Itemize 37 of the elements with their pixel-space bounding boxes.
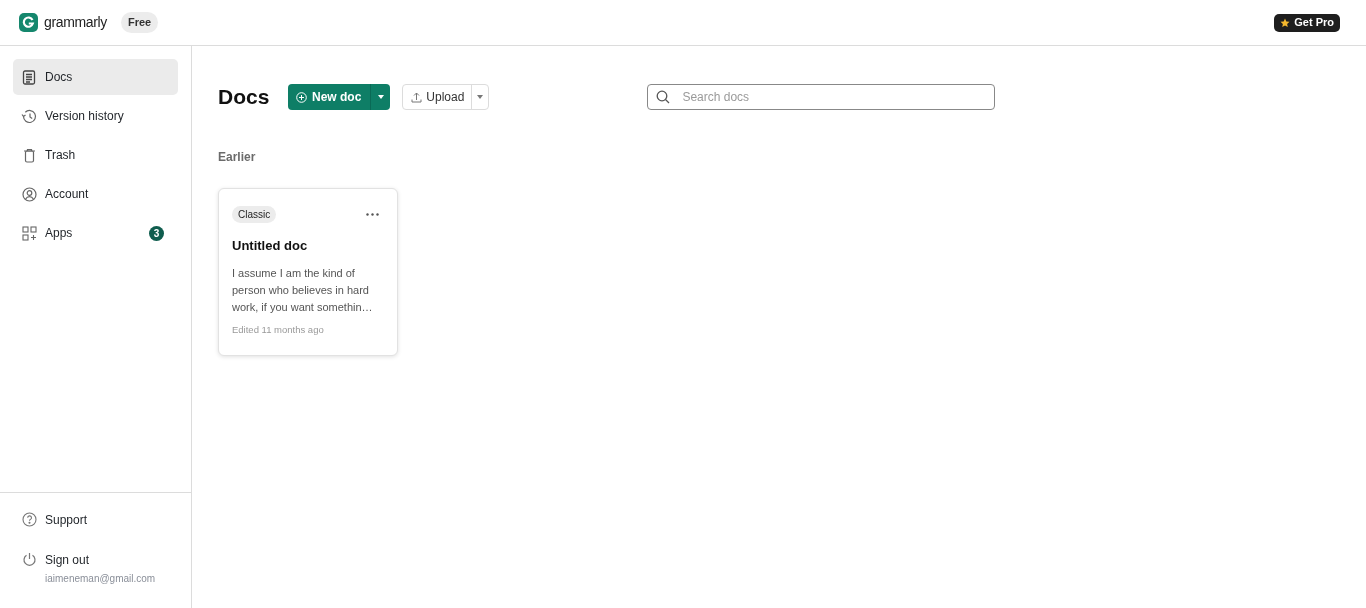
new-doc-button[interactable]: New doc [288, 84, 371, 110]
search-field[interactable]: Search docs [647, 84, 996, 110]
doc-tag: Classic [232, 206, 277, 223]
plan-badge: Free [120, 12, 159, 33]
star-icon [1280, 17, 1291, 28]
power-icon [21, 552, 37, 567]
count-badge: 3 [149, 225, 164, 241]
get-pro-button[interactable]: Get Pro [1274, 13, 1340, 32]
caret-icon [377, 95, 384, 99]
doc-card[interactable]: Classic Untitled doc I assume I am the kind of person who believes in hard work, if you want somethin… Edited 11 months ago [218, 188, 398, 356]
sidebar-item[interactable]: Version history [13, 98, 178, 134]
doc-excerpt: I assume I am the kind of person who believes in hard work, if you want somethin… [232, 265, 374, 315]
upload-icon [411, 91, 423, 103]
logo-icon [19, 13, 38, 32]
logo-text: grammarly [44, 13, 107, 32]
more-options-icon[interactable] [366, 213, 379, 216]
page-title: Docs [218, 84, 271, 111]
sidebar-link[interactable]: Sign out [45, 551, 156, 569]
apps-grid-icon [21, 225, 37, 241]
sidebar-item[interactable]: Trash [13, 137, 178, 173]
trash-icon [22, 147, 36, 163]
sidebar-item[interactable]: Apps 3 [13, 215, 178, 251]
help-icon [21, 512, 37, 527]
search-icon [656, 90, 671, 104]
user-circle-icon [21, 186, 37, 202]
account-email: iaimeneman@gmail.com [45, 572, 156, 586]
upload-button[interactable]: Upload [403, 85, 472, 109]
document-icon [22, 69, 36, 85]
sidebar-link[interactable]: Support [45, 511, 88, 529]
caret-icon [477, 95, 484, 99]
history-icon [21, 108, 37, 124]
doc-title: Untitled doc [232, 237, 309, 255]
sidebar-item[interactable]: Docs [13, 59, 178, 95]
edited-time: Edited 11 months ago [232, 322, 325, 337]
plus-circle-icon [296, 91, 307, 103]
sidebar-item[interactable]: Account [13, 176, 178, 212]
section-heading: Earlier [218, 149, 257, 166]
